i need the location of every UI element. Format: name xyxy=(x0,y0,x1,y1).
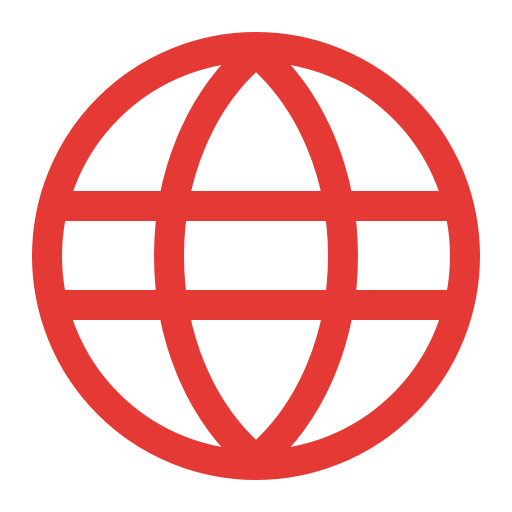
globe-meridian-left xyxy=(154,40,266,472)
globe-meridian-right xyxy=(246,40,358,472)
icon-canvas xyxy=(0,0,512,512)
globe-outline xyxy=(32,32,480,480)
globe-icon xyxy=(32,32,480,480)
